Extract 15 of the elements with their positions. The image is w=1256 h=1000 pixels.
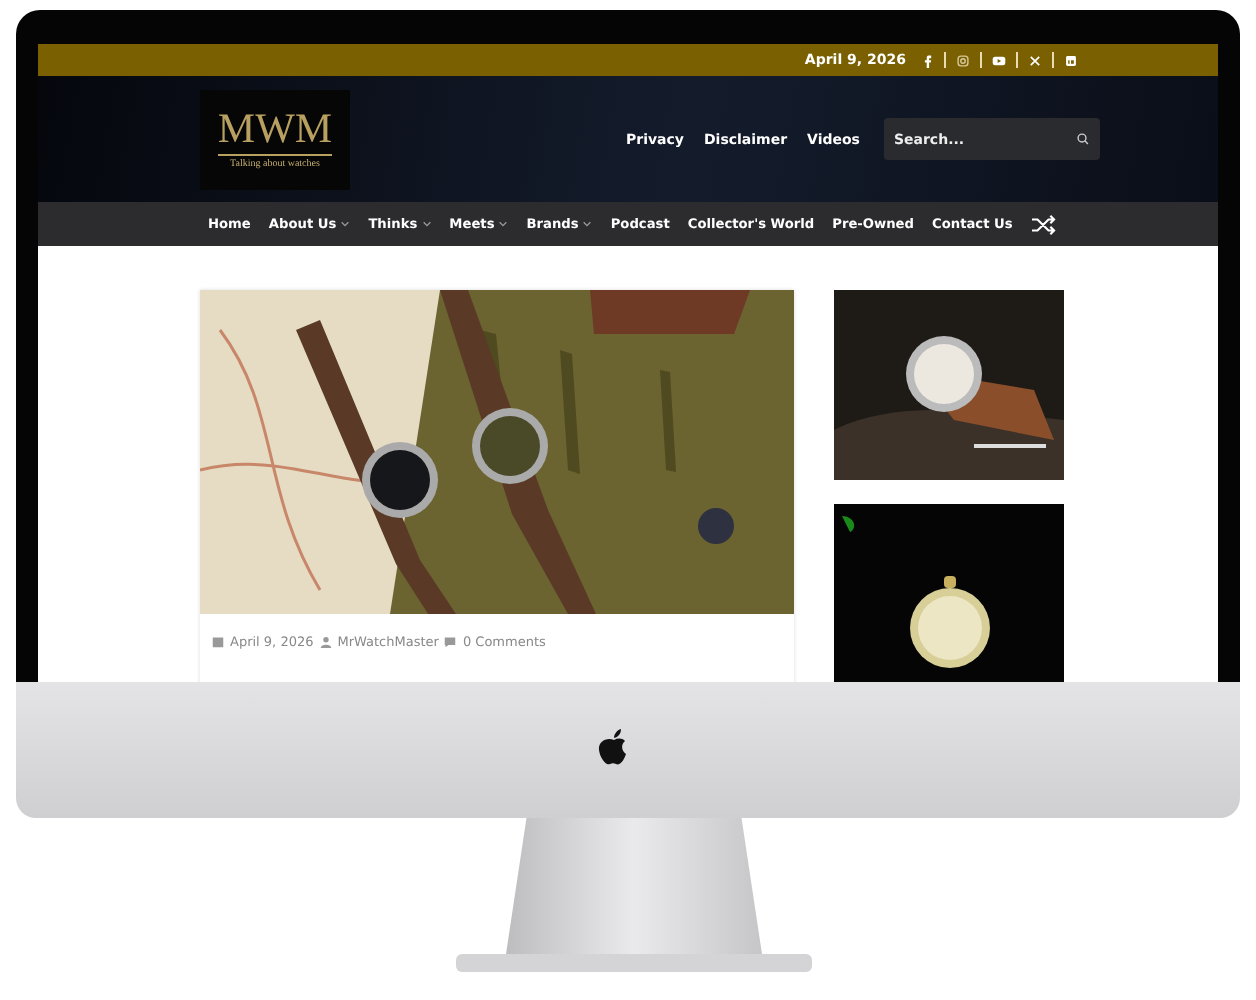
caret-icon	[340, 220, 351, 228]
play-icon[interactable]	[992, 53, 1006, 67]
caret-icon	[498, 220, 509, 228]
caret-icon	[582, 220, 593, 228]
logo-text: MWM	[217, 108, 333, 156]
person-icon	[319, 636, 332, 648]
search-icon[interactable]	[1075, 132, 1090, 146]
square-icon[interactable]	[1064, 53, 1078, 67]
facebook-icon[interactable]	[920, 53, 934, 67]
comment-icon	[444, 636, 457, 648]
shuffle-icon[interactable]	[1030, 213, 1057, 235]
x-icon[interactable]	[1028, 53, 1042, 67]
camera-icon[interactable]	[956, 53, 970, 67]
calendar-icon	[212, 636, 224, 648]
caret-icon	[421, 220, 432, 228]
